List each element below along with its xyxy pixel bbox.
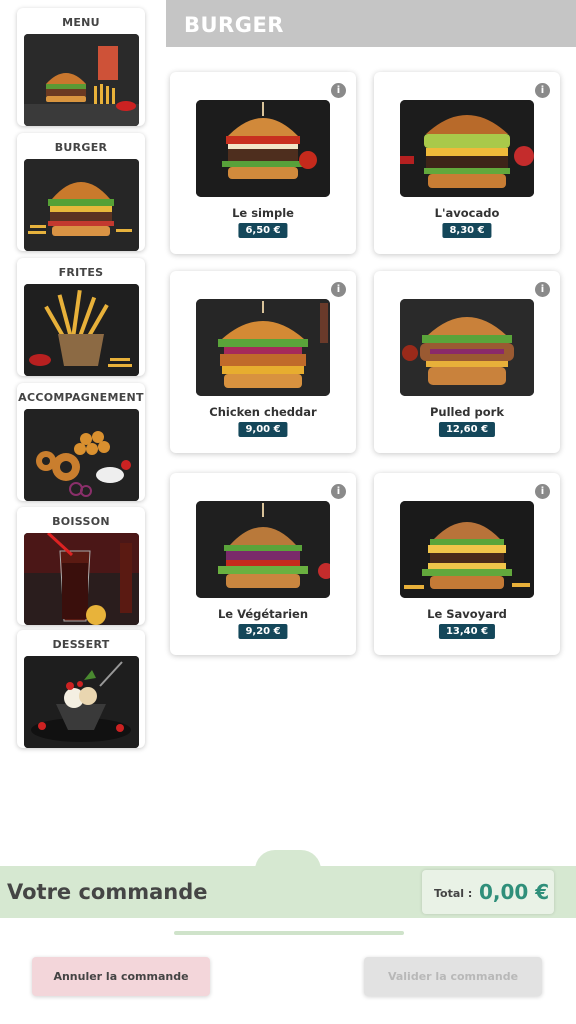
category-burger[interactable]: BURGER xyxy=(17,133,145,251)
burger-photo xyxy=(196,299,330,396)
total-box: Total : 0,00 € xyxy=(422,870,554,914)
info-icon[interactable]: i xyxy=(331,282,346,297)
drink-photo xyxy=(24,533,139,625)
info-icon[interactable]: i xyxy=(535,83,550,98)
info-icon[interactable]: i xyxy=(331,83,346,98)
order-title: Votre commande xyxy=(7,880,208,904)
product-name: Pulled pork xyxy=(430,405,504,419)
category-label: MENU xyxy=(62,16,100,29)
order-bar[interactable]: Votre commande Total : 0,00 € xyxy=(0,866,576,918)
product-name: Le Savoyard xyxy=(427,607,507,621)
page-title: BURGER xyxy=(184,13,284,37)
product-card-pulled-pork[interactable]: i Pulled pork 12,60 € xyxy=(374,271,560,453)
category-label: ACCOMPAGNEMENT xyxy=(18,391,144,404)
validate-order-button[interactable]: Valider la commande xyxy=(364,957,542,996)
menu-combo-photo xyxy=(24,34,139,126)
dessert-photo xyxy=(24,656,139,748)
category-sidebar: MENU BURGER FRITES ACCOMPAGNEMENT BOISSO… xyxy=(17,8,145,758)
product-name: Le simple xyxy=(232,206,294,220)
burger-photo xyxy=(400,100,534,197)
category-boisson[interactable]: BOISSON xyxy=(17,507,145,625)
product-name: Le Végétarien xyxy=(217,607,309,621)
burger-photo xyxy=(400,299,534,396)
category-header: BURGER xyxy=(166,0,576,47)
burger-photo xyxy=(400,501,534,598)
kiosk-screen: MENU BURGER FRITES ACCOMPAGNEMENT BOISSO… xyxy=(0,0,576,1024)
category-label: BURGER xyxy=(54,141,108,154)
price-badge: 9,20 € xyxy=(238,624,288,639)
divider-line xyxy=(174,931,404,935)
category-frites[interactable]: FRITES xyxy=(17,258,145,376)
total-value: 0,00 € xyxy=(479,880,550,904)
sides-photo xyxy=(24,409,139,501)
fries-photo xyxy=(24,284,139,376)
product-card-chicken-cheddar[interactable]: i Chicken cheddar 9,00 € xyxy=(170,271,356,453)
info-icon[interactable]: i xyxy=(535,484,550,499)
price-badge: 12,60 € xyxy=(438,422,496,437)
price-badge: 13,40 € xyxy=(438,624,496,639)
category-menu[interactable]: MENU xyxy=(17,8,145,126)
category-dessert[interactable]: DESSERT xyxy=(17,630,145,748)
product-name: L'avocado xyxy=(434,206,500,220)
category-label: DESSERT xyxy=(52,638,110,651)
product-card-le-vegetarien[interactable]: i Le Végétarien 9,20 € xyxy=(170,473,356,655)
burger-photo xyxy=(24,159,139,251)
info-icon[interactable]: i xyxy=(331,484,346,499)
price-badge: 6,50 € xyxy=(238,223,288,238)
product-card-le-simple[interactable]: i Le simple 6,50 € xyxy=(170,72,356,254)
price-badge: 9,00 € xyxy=(238,422,288,437)
total-label: Total : xyxy=(434,887,473,900)
cancel-order-button[interactable]: Annuler la commande xyxy=(32,957,210,996)
burger-photo xyxy=(196,501,330,598)
product-card-lavocado[interactable]: i L'avocado 8,30 € xyxy=(374,72,560,254)
product-name: Chicken cheddar xyxy=(209,405,317,419)
info-icon[interactable]: i xyxy=(535,282,550,297)
category-label: BOISSON xyxy=(52,515,110,528)
price-badge: 8,30 € xyxy=(442,223,492,238)
category-accompagnement[interactable]: ACCOMPAGNEMENT xyxy=(17,383,145,501)
product-card-le-savoyard[interactable]: i Le Savoyard 13,40 € xyxy=(374,473,560,655)
burger-photo xyxy=(196,100,330,197)
category-label: FRITES xyxy=(58,266,104,279)
